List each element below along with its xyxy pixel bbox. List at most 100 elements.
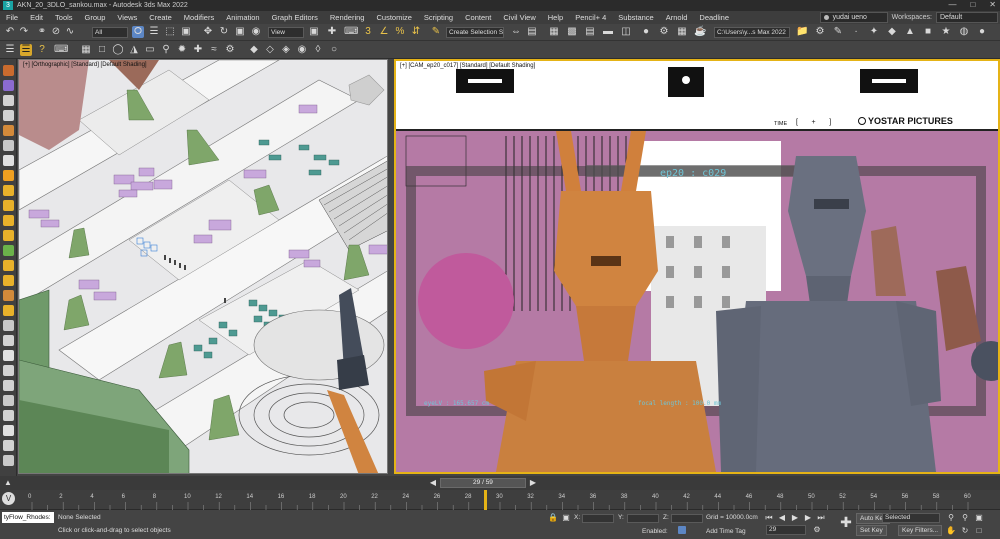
sphere-icon[interactable]: ◯: [112, 44, 124, 56]
menu-deadline[interactable]: Deadline: [693, 13, 735, 22]
tool-17-icon[interactable]: [3, 305, 14, 316]
ribbon-icon[interactable]: ▤: [584, 26, 596, 38]
scale-icon[interactable]: ▣: [234, 26, 246, 38]
menu-file[interactable]: File: [0, 13, 24, 22]
tool-c-icon[interactable]: ◆: [886, 26, 898, 38]
set-key-icon[interactable]: ✚: [838, 514, 854, 530]
pivot-center-icon[interactable]: ▣: [308, 26, 320, 38]
pan-icon[interactable]: ✋: [946, 526, 956, 536]
tool-12-icon[interactable]: [3, 230, 14, 241]
z-coordinate-field[interactable]: [671, 514, 703, 523]
tool-14-icon[interactable]: [3, 260, 14, 271]
tool-e-icon[interactable]: ■: [922, 26, 934, 38]
align-icon[interactable]: ▤: [526, 26, 538, 38]
menu-arnold[interactable]: Arnold: [660, 13, 694, 22]
modifier-b-icon[interactable]: ◇: [264, 44, 276, 56]
viewport-label-left[interactable]: [+] [Orthographic] [Standard] [Default S…: [23, 62, 147, 68]
edit-named-selection-icon[interactable]: ✎: [430, 26, 442, 38]
play-icon[interactable]: ▶: [790, 513, 800, 523]
reference-coordinate-dropdown[interactable]: View: [268, 27, 304, 38]
menu-animation[interactable]: Animation: [220, 13, 265, 22]
next-frame-icon[interactable]: ▶: [528, 478, 538, 488]
menu-toggle-icon[interactable]: ☰: [20, 44, 32, 56]
track-bar[interactable]: [0, 490, 1000, 510]
window-crossing-icon[interactable]: ▣: [180, 26, 192, 38]
rectangular-selection-icon[interactable]: ⬚: [164, 26, 176, 38]
zoom-icon[interactable]: ⚲: [946, 513, 956, 523]
unlink-icon[interactable]: ⊘: [50, 26, 62, 38]
menu-scripting[interactable]: Scripting: [418, 13, 459, 22]
undo-icon[interactable]: ↶: [4, 26, 16, 38]
link-icon[interactable]: ⚭: [36, 26, 48, 38]
select-by-name-icon[interactable]: ☰: [148, 26, 160, 38]
cylinder-icon[interactable]: ◮: [128, 44, 140, 56]
toggle-scene-explorer-icon[interactable]: ▦: [548, 26, 560, 38]
time-slider-bar[interactable]: ▲ ◀ 29 / 59 ▶: [0, 476, 1000, 490]
menu-substance[interactable]: Substance: [612, 13, 659, 22]
tool-f-icon[interactable]: ★: [940, 26, 952, 38]
goto-end-icon[interactable]: ⏭: [816, 513, 826, 523]
tool-10-icon[interactable]: [3, 200, 14, 211]
tool-8-icon[interactable]: [3, 170, 14, 181]
absolute-mode-icon[interactable]: ▣: [561, 513, 571, 523]
tool-16-icon[interactable]: [3, 290, 14, 301]
open-mini-curve-editor-icon[interactable]: ▲: [3, 478, 13, 488]
rendered-frame-window-icon[interactable]: ▦: [676, 26, 688, 38]
add-time-tag[interactable]: Add Time Tag: [706, 528, 746, 535]
snaps-toggle-icon[interactable]: 3: [362, 26, 374, 38]
keyboard-shortcut-icon[interactable]: ⌨: [344, 26, 358, 38]
menu-rendering[interactable]: Rendering: [324, 13, 371, 22]
tool-24-icon[interactable]: [3, 410, 14, 421]
bind-space-warp-icon[interactable]: ∿: [64, 26, 76, 38]
minimize-icon[interactable]: —: [948, 0, 956, 9]
schematic-view-icon[interactable]: ◫: [620, 26, 632, 38]
light-icon[interactable]: ✹: [176, 44, 188, 56]
mirror-icon[interactable]: ⇔: [510, 26, 522, 38]
place-icon[interactable]: ◉: [250, 26, 262, 38]
tool-21-icon[interactable]: [3, 365, 14, 376]
tool-4-icon[interactable]: [3, 110, 14, 121]
helper-icon[interactable]: ✚: [192, 44, 204, 56]
percent-snap-icon[interactable]: %: [394, 26, 406, 38]
select-manipulate-icon[interactable]: ✚: [326, 26, 338, 38]
rotate-icon[interactable]: ↻: [218, 26, 230, 38]
selection-lock-icon[interactable]: 🔒: [548, 513, 558, 523]
orbit-icon[interactable]: ↻: [960, 526, 970, 536]
menu-help[interactable]: Help: [542, 13, 569, 22]
max-logo-icon[interactable]: V: [2, 492, 15, 505]
prev-key-icon[interactable]: ◀: [777, 513, 787, 523]
menu-civil-view[interactable]: Civil View: [497, 13, 541, 22]
modifier-f-icon[interactable]: ○: [328, 44, 340, 56]
maximize-icon[interactable]: □: [970, 0, 975, 9]
viewport-label-right[interactable]: [+] [CAM_ep20_c017] [Standard] [Default …: [400, 63, 535, 69]
angle-snap-icon[interactable]: ∠: [378, 26, 390, 38]
tool-18-icon[interactable]: [3, 320, 14, 331]
tool-27-icon[interactable]: [3, 455, 14, 466]
render-setup-icon[interactable]: ⚙: [658, 26, 670, 38]
named-selection-sets-dropdown[interactable]: Create Selection Se: [446, 27, 504, 38]
spinner-snap-icon[interactable]: ⇵: [410, 26, 422, 38]
tool-20-icon[interactable]: [3, 350, 14, 361]
menu-create[interactable]: Create: [143, 13, 178, 22]
menu-customize[interactable]: Customize: [370, 13, 417, 22]
script-icon[interactable]: ⚙: [814, 26, 826, 38]
maxscript-listener[interactable]: tyFlow_Rhodes:: [2, 512, 54, 523]
tool-13-icon[interactable]: [3, 245, 14, 256]
menu-pencil[interactable]: Pencil+ 4: [569, 13, 612, 22]
menu-content[interactable]: Content: [459, 13, 497, 22]
tool-22-icon[interactable]: [3, 380, 14, 391]
add-icon[interactable]: ⌨: [54, 44, 68, 56]
modifier-c-icon[interactable]: ◈: [280, 44, 292, 56]
menu-tools[interactable]: Tools: [49, 13, 79, 22]
tool-2-icon[interactable]: [3, 80, 14, 91]
menu-modifiers[interactable]: Modifiers: [178, 13, 220, 22]
close-icon[interactable]: ✕: [989, 0, 996, 9]
move-icon[interactable]: ✥: [202, 26, 214, 38]
zoom-extents-icon[interactable]: ▣: [974, 513, 984, 523]
tool-26-icon[interactable]: [3, 440, 14, 451]
tool-5-icon[interactable]: [3, 125, 14, 136]
goto-start-icon[interactable]: ⏮: [764, 513, 774, 523]
menu-edit[interactable]: Edit: [24, 13, 49, 22]
set-key-button[interactable]: Set Key: [856, 525, 887, 536]
tool-19-icon[interactable]: [3, 335, 14, 346]
